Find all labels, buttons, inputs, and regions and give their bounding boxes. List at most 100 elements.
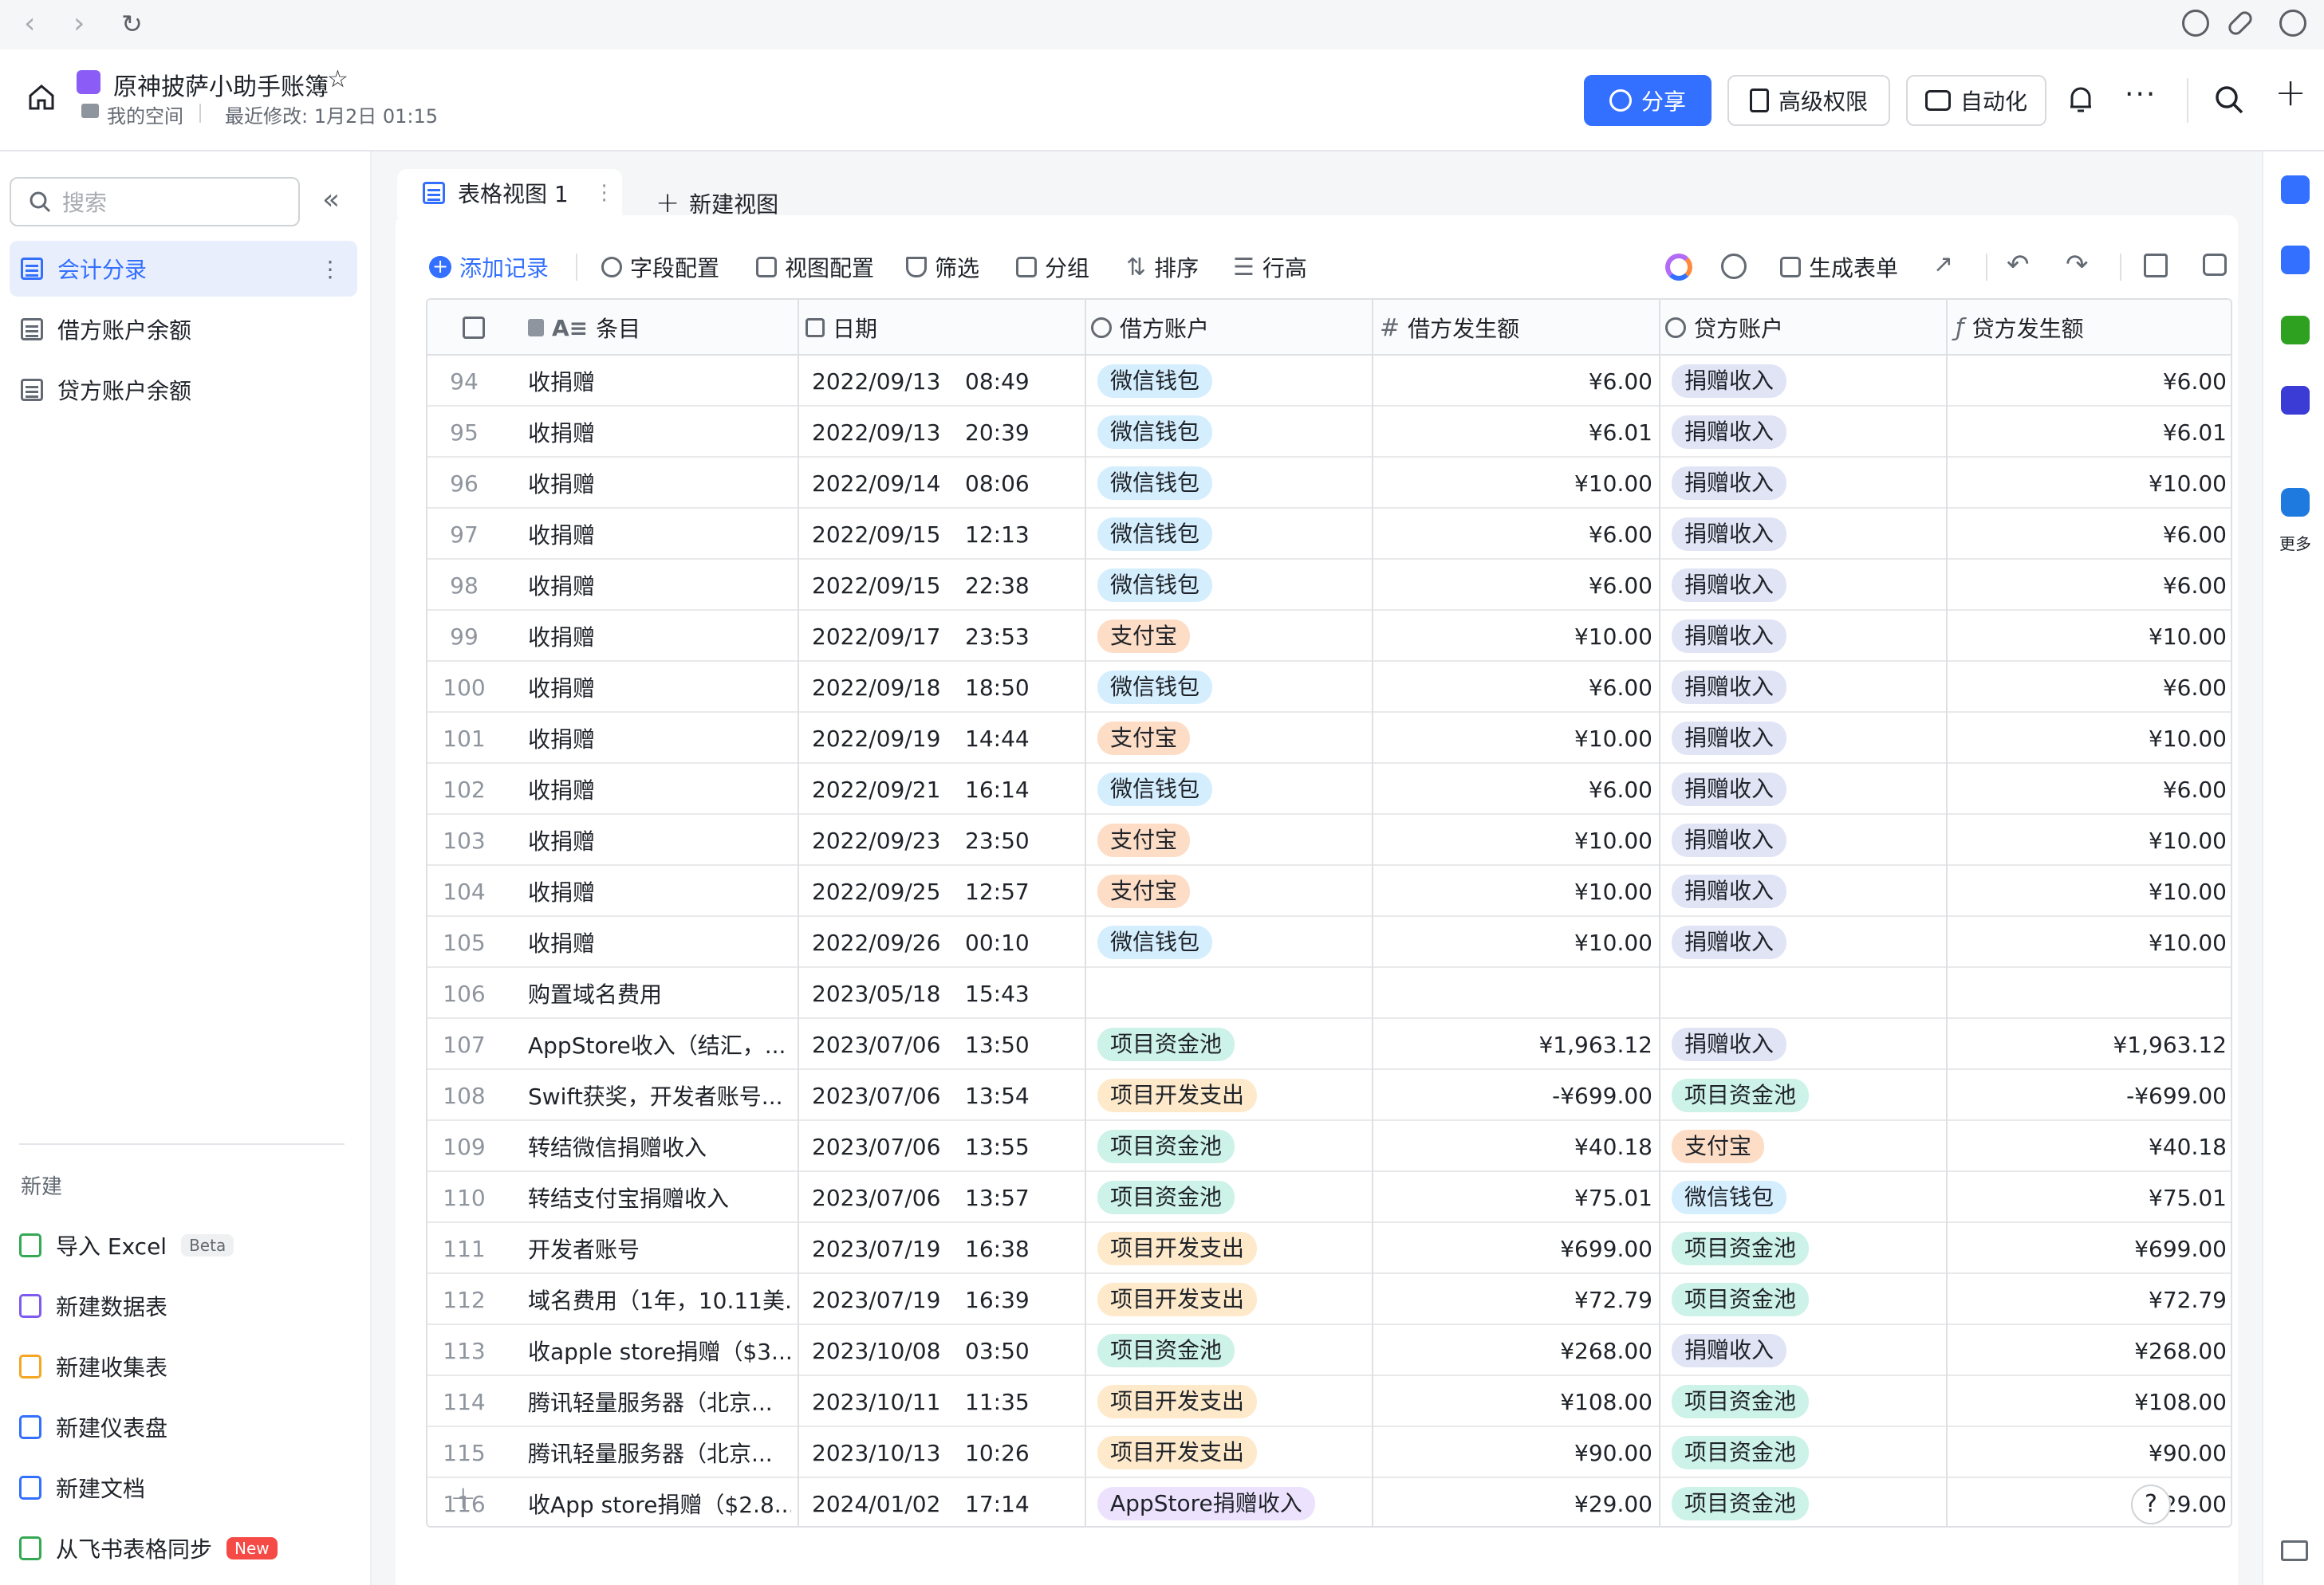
cell-debit-account[interactable]: 微信钱包	[1097, 509, 1369, 560]
cell-debit-account[interactable]: 项目开发支出	[1097, 1427, 1369, 1478]
cell-debit-amount[interactable]: ¥6.00	[1377, 662, 1652, 713]
cell-time[interactable]: 08:49	[965, 356, 1061, 407]
row-height-button[interactable]: ☰ 行高	[1233, 250, 1307, 285]
column-header-credit-amount[interactable]: ƒ 贷方发生额	[1956, 300, 2084, 356]
table-row[interactable]: 112 域名费用（1年，10.11美... 2023/07/19 16:39 项目开发支…	[427, 1274, 2231, 1325]
column-header-debit-account[interactable]: 借方账户	[1091, 300, 1209, 356]
cell-credit-account[interactable]: 项目资金池	[1672, 1274, 1943, 1325]
table-row[interactable]: 115 腾讯轻量服务器（北京... 2023/10/13 10:26 项目开发支出 ¥90…	[427, 1427, 2231, 1478]
cell-date[interactable]: 2023/07/06	[812, 1121, 939, 1172]
add-record-button[interactable]: + 添加记录	[429, 250, 549, 285]
cell-time[interactable]: 12:13	[965, 509, 1061, 560]
cell-debit-amount[interactable]: ¥6.00	[1377, 356, 1652, 407]
cell-item[interactable]: 收捐赠	[528, 713, 791, 764]
cell-item[interactable]: 域名费用（1年，10.11美...	[528, 1274, 791, 1325]
more-icon[interactable]: ···	[2125, 78, 2157, 111]
link-icon[interactable]	[2225, 8, 2255, 38]
cell-credit-amount[interactable]: ¥6.00	[1951, 560, 2227, 611]
new-item[interactable]: 新建仪表盘	[19, 1405, 167, 1449]
cell-credit-account[interactable]: 捐赠收入	[1672, 356, 1943, 407]
plus-icon[interactable]: +	[2275, 70, 2306, 115]
table-row[interactable]: 108 Swift获奖，开发者账号... 2023/07/06 13:54 项目开发支出…	[427, 1070, 2231, 1121]
cell-date[interactable]: 2023/07/06	[812, 1019, 939, 1070]
cell-debit-amount[interactable]: -¥699.00	[1377, 1070, 1652, 1121]
cell-credit-amount[interactable]: ¥10.00	[1951, 866, 2227, 917]
collapse-sidebar-icon[interactable]: «	[322, 183, 340, 216]
table-row[interactable]: 103 收捐赠 2022/09/23 23:50 支付宝 ¥10.00 捐赠收入 ¥10.00	[427, 815, 2231, 866]
cell-time[interactable]: 00:10	[965, 917, 1061, 968]
cell-date[interactable]: 2022/09/23	[812, 815, 939, 866]
cell-credit-amount[interactable]: ¥1,963.12	[1951, 1019, 2227, 1070]
cell-credit-account[interactable]: 捐赠收入	[1672, 713, 1943, 764]
cell-item[interactable]: 转结微信捐赠收入	[528, 1121, 791, 1172]
cell-date[interactable]: 2022/09/25	[812, 866, 939, 917]
home-icon[interactable]	[27, 83, 56, 112]
cell-credit-amount[interactable]: ¥268.00	[1951, 1325, 2227, 1376]
cell-item[interactable]: 收apple store捐赠（$3...	[528, 1325, 791, 1376]
cell-debit-amount[interactable]	[1377, 968, 1652, 1019]
cell-item[interactable]: AppStore收入（结汇，...	[528, 1019, 791, 1070]
filter-button[interactable]: 筛选	[906, 250, 979, 285]
cell-time[interactable]: 08:06	[965, 458, 1061, 509]
column-header-credit-account[interactable]: 贷方账户	[1665, 300, 1783, 356]
column-header-debit-amount[interactable]: # 借方发生额	[1380, 300, 1519, 356]
cell-credit-account[interactable]: 捐赠收入	[1672, 1325, 1943, 1376]
cell-time[interactable]: 13:55	[965, 1121, 1061, 1172]
cell-credit-account[interactable]	[1672, 968, 1943, 1019]
cell-item[interactable]: 收捐赠	[528, 815, 791, 866]
cell-credit-account[interactable]: 支付宝	[1672, 1121, 1943, 1172]
cell-credit-account[interactable]: 捐赠收入	[1672, 917, 1943, 968]
cell-time[interactable]: 20:39	[965, 407, 1061, 458]
cell-debit-amount[interactable]: ¥699.00	[1377, 1223, 1652, 1274]
cell-date[interactable]: 2023/07/19	[812, 1223, 939, 1274]
table-row[interactable]: 107 AppStore收入（结汇，... 2023/07/06 13:50 项目资金池…	[427, 1019, 2231, 1070]
cell-item[interactable]: 收捐赠	[528, 764, 791, 815]
cell-item[interactable]: 转结支付宝捐赠收入	[528, 1172, 791, 1223]
cell-credit-amount[interactable]: ¥10.00	[1951, 713, 2227, 764]
cell-debit-amount[interactable]: ¥40.18	[1377, 1121, 1652, 1172]
cell-debit-amount[interactable]: ¥6.01	[1377, 407, 1652, 458]
comment-icon[interactable]	[2203, 254, 2227, 276]
table-row[interactable]: 96 收捐赠 2022/09/14 08:06 微信钱包 ¥10.00 捐赠收入 ¥10.00	[427, 458, 2231, 509]
more-vertical-icon[interactable]: ⋮	[319, 256, 341, 282]
cell-credit-account[interactable]: 微信钱包	[1672, 1172, 1943, 1223]
cell-debit-amount[interactable]: ¥10.00	[1377, 815, 1652, 866]
more-vertical-icon[interactable]: ⋮	[594, 181, 615, 205]
cell-date[interactable]: 2022/09/15	[812, 509, 939, 560]
cell-debit-account[interactable]	[1097, 968, 1369, 1019]
cell-time[interactable]: 23:50	[965, 815, 1061, 866]
cell-debit-account[interactable]: 微信钱包	[1097, 407, 1369, 458]
cell-time[interactable]: 13:50	[965, 1019, 1061, 1070]
cell-item[interactable]: 开发者账号	[528, 1223, 791, 1274]
column-header-date[interactable]: 日期	[806, 300, 877, 356]
cell-debit-account[interactable]: 项目资金池	[1097, 1121, 1369, 1172]
bell-icon[interactable]	[2067, 85, 2094, 115]
cell-credit-amount[interactable]: ¥90.00	[1951, 1427, 2227, 1478]
cell-time[interactable]: 23:53	[965, 611, 1061, 662]
more-label[interactable]: 更多	[2279, 531, 2311, 554]
cell-time[interactable]: 18:50	[965, 662, 1061, 713]
cell-debit-account[interactable]: 项目开发支出	[1097, 1274, 1369, 1325]
cell-credit-account[interactable]: 捐赠收入	[1672, 458, 1943, 509]
cell-time[interactable]: 16:14	[965, 764, 1061, 815]
cell-credit-amount[interactable]: ¥108.00	[1951, 1376, 2227, 1427]
cell-debit-amount[interactable]: ¥72.79	[1377, 1274, 1652, 1325]
settings-icon[interactable]	[2279, 10, 2306, 37]
cell-time[interactable]: 17:14	[965, 1478, 1061, 1526]
table-row[interactable]: 102 收捐赠 2022/09/21 16:14 微信钱包 ¥6.00 捐赠收入 ¥6.00	[427, 764, 2231, 815]
sort-button[interactable]: ⇅ 排序	[1126, 250, 1199, 285]
cell-credit-account[interactable]: 项目资金池	[1672, 1223, 1943, 1274]
cell-credit-amount[interactable]: ¥29.00	[1951, 1478, 2227, 1526]
cell-credit-account[interactable]: 项目资金池	[1672, 1376, 1943, 1427]
cell-time[interactable]: 11:35	[965, 1376, 1061, 1427]
group-button[interactable]: 分组	[1016, 250, 1089, 285]
cell-debit-amount[interactable]: ¥29.00	[1377, 1478, 1652, 1526]
cell-date[interactable]: 2023/07/19	[812, 1274, 939, 1325]
cell-item[interactable]: 收捐赠	[528, 458, 791, 509]
cell-debit-amount[interactable]: ¥10.00	[1377, 866, 1652, 917]
advanced-permission-button[interactable]: 高级权限	[1727, 75, 1890, 126]
cell-debit-account[interactable]: 微信钱包	[1097, 560, 1369, 611]
star-icon[interactable]: ☆	[327, 65, 349, 93]
search-input[interactable]: 搜索	[10, 177, 300, 226]
cell-date[interactable]: 2022/09/19	[812, 713, 939, 764]
